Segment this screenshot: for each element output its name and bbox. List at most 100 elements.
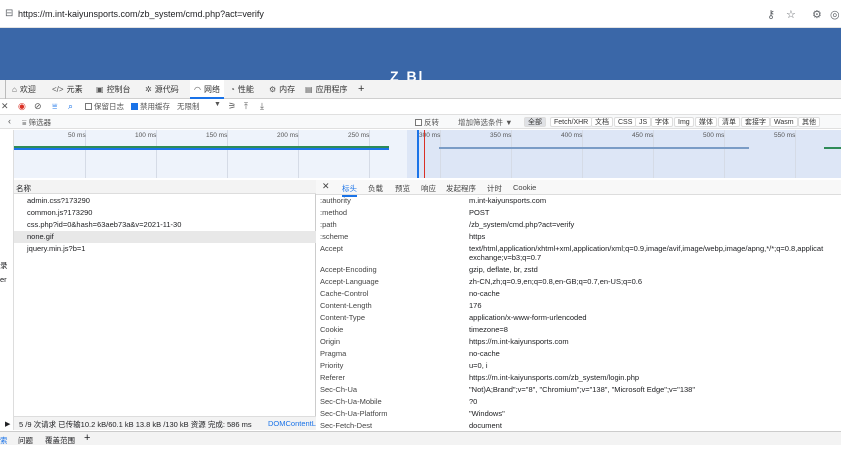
tab-preview[interactable]: 预览 (395, 183, 410, 194)
tab-response[interactable]: 响应 (421, 183, 436, 194)
request-list: 名称 admin.css?173290 common.js?173290 css… (14, 180, 316, 416)
filter-chip[interactable]: 套接字 (741, 117, 770, 127)
filter-chip[interactable]: Fetch/XHR (550, 117, 593, 127)
header-value: zh-CN,zh;q=0.9,en;q=0.8,en-GB;q=0.7,en-U… (469, 277, 643, 286)
header-name: Cache-Control (320, 289, 369, 298)
filter-chip[interactable]: 清单 (718, 117, 740, 127)
page-banner: Z Bl (0, 28, 841, 80)
close-panel-icon[interactable]: ✕ (322, 181, 330, 192)
filter-chip[interactable]: Img (674, 117, 694, 127)
request-row[interactable]: admin.css?173290 (14, 195, 316, 207)
header-name: Content-Type (320, 313, 366, 322)
header-value: m.int-kaiyunsports.com (469, 196, 547, 205)
header-value: u=0, i (469, 361, 488, 370)
checkbox-box (415, 119, 422, 126)
header-value-continued: exchange;v=b3;q=0.7 (469, 253, 542, 262)
filter-icon[interactable]: ⩸ (52, 101, 57, 112)
tab-application[interactable]: ▤ 应用程序 (305, 80, 348, 99)
filter-chip[interactable]: 其他 (798, 117, 820, 127)
tab-initiator[interactable]: 发起程序 (446, 183, 476, 194)
details-tab-bar: ✕ 标头 负载 预览 响应 发起程序 计时 Cookie (316, 180, 841, 197)
extension-icon[interactable]: ⚙ (812, 8, 822, 21)
header-name: Accept-Encoding (320, 265, 377, 274)
network-conditions-icon[interactable]: ⚞ (228, 101, 236, 112)
record-icon[interactable]: ◉ (18, 101, 26, 112)
site-info-icon[interactable]: ⊟ (5, 8, 13, 19)
disable-cache-checkbox[interactable]: 禁用缓存 (131, 101, 170, 112)
sidebar-fragment: 录 (0, 261, 8, 270)
request-bar (14, 148, 389, 150)
add-tab-button[interactable]: + (358, 80, 364, 99)
close-icon[interactable]: ✕ (1, 101, 9, 112)
request-row[interactable]: none.gif (14, 231, 316, 243)
tab-timing[interactable]: 计时 (487, 183, 502, 194)
tab-memory[interactable]: ⚙ 内存 (269, 80, 295, 99)
header-value: timezone=8 (469, 325, 508, 334)
request-details-panel: ✕ 标头 负载 预览 响应 发起程序 计时 Cookie :authority m… (316, 180, 841, 430)
tab-performance[interactable]: ◔ 性能 (230, 80, 254, 99)
download-icon[interactable]: ⤓ (260, 101, 264, 112)
filter-chip[interactable]: JS (635, 117, 652, 127)
header-name: :path (320, 220, 337, 229)
tab-console[interactable]: ▣ 控制台 (96, 80, 131, 99)
throttle-select[interactable]: 无限制 (177, 101, 200, 112)
filter-chip[interactable]: Wasm (770, 117, 798, 127)
header-value: gzip, deflate, br, zstd (469, 265, 538, 274)
drawer-tab-console[interactable]: 索 (0, 435, 8, 446)
request-row[interactable]: css.php?id=0&hash=63aeb73a&v=2021-11-30 (14, 219, 316, 231)
tab-headers[interactable]: 标头 (342, 183, 357, 197)
checkbox-box (131, 103, 138, 110)
header-name: Sec-Ch-Ua-Mobile (320, 397, 382, 406)
tab-sources[interactable]: ✲ 源代码 (145, 80, 179, 99)
filter-input[interactable]: ⩸ 筛选器 (22, 117, 51, 128)
chevron-down-icon[interactable]: ▼ (214, 101, 221, 108)
tab-payload[interactable]: 负载 (368, 183, 383, 194)
column-header-name[interactable]: 名称 (14, 180, 316, 194)
preserve-log-checkbox[interactable]: 保留日志 (85, 101, 124, 112)
filter-chip[interactable]: 文档 (591, 117, 613, 127)
filter-chip[interactable]: 全部 (524, 117, 546, 127)
search-icon[interactable]: ⌕ (68, 101, 73, 112)
chevron-left-icon[interactable]: ‹ (8, 116, 11, 126)
gauge-icon: ◔ (230, 85, 235, 94)
add-drawer-tab-button[interactable]: + (84, 432, 90, 444)
timeline-tick: 550 ms (774, 132, 796, 139)
drawer-tab-bar: 索 问题 覆盖范围 + (0, 431, 841, 445)
tab-welcome[interactable]: ⌂ 欢迎 (12, 80, 36, 99)
header-value: application/x-www-form-urlencoded (469, 313, 587, 322)
filter-chip[interactable]: CSS (614, 117, 637, 127)
drawer-tab-issues[interactable]: 问题 (18, 435, 33, 446)
star-icon[interactable]: ☆ (786, 8, 796, 21)
header-value: "Windows" (469, 409, 505, 418)
drawer-tab-coverage[interactable]: 覆盖范围 (45, 435, 75, 446)
tab-network[interactable]: ◠ 网络 (190, 80, 224, 99)
request-bar (824, 147, 841, 149)
timeline-tick: 350 ms (490, 132, 512, 139)
network-timeline[interactable]: 50 ms 100 ms 150 ms 200 ms 250 ms 300 ms… (14, 130, 841, 178)
address-bar[interactable]: ⊟ https://m.int-kaiyunsports.com/zb_syst… (0, 0, 841, 28)
timeline-tick: 400 ms (561, 132, 583, 139)
header-value: https://m.int-kaiyunsports.com (469, 337, 569, 346)
expand-arrow-icon[interactable]: ▶ (5, 420, 10, 428)
profile-icon[interactable]: ◎ (830, 8, 840, 21)
dock-edge (0, 80, 6, 99)
request-row[interactable]: common.js?173290 (14, 207, 316, 219)
header-value: no-cache (469, 349, 500, 358)
tab-cookie[interactable]: Cookie (513, 183, 536, 192)
filter-chip[interactable]: 字体 (651, 117, 673, 127)
clear-icon[interactable]: ⊘ (34, 101, 42, 112)
url-text[interactable]: https://m.int-kaiyunsports.com/zb_system… (18, 9, 264, 19)
request-row[interactable]: jquery.min.js?b=1 (14, 243, 316, 255)
dom-content-loaded-link[interactable]: DOMContentL (268, 419, 316, 428)
header-value: document (469, 421, 502, 430)
filter-chip[interactable]: 媒体 (695, 117, 717, 127)
key-icon[interactable]: ⚷ (767, 8, 775, 21)
invert-checkbox[interactable]: 反转 (415, 117, 439, 128)
checkbox-box (85, 103, 92, 110)
upload-icon[interactable]: ⤒ (244, 101, 248, 112)
more-filters-dropdown[interactable]: 增加筛选条件 ▼ (458, 117, 513, 128)
site-logo: Z Bl (390, 68, 425, 80)
header-name: Origin (320, 337, 341, 346)
timeline-tick: 300 ms (419, 132, 441, 139)
tab-elements[interactable]: </> 元素 (52, 80, 83, 99)
